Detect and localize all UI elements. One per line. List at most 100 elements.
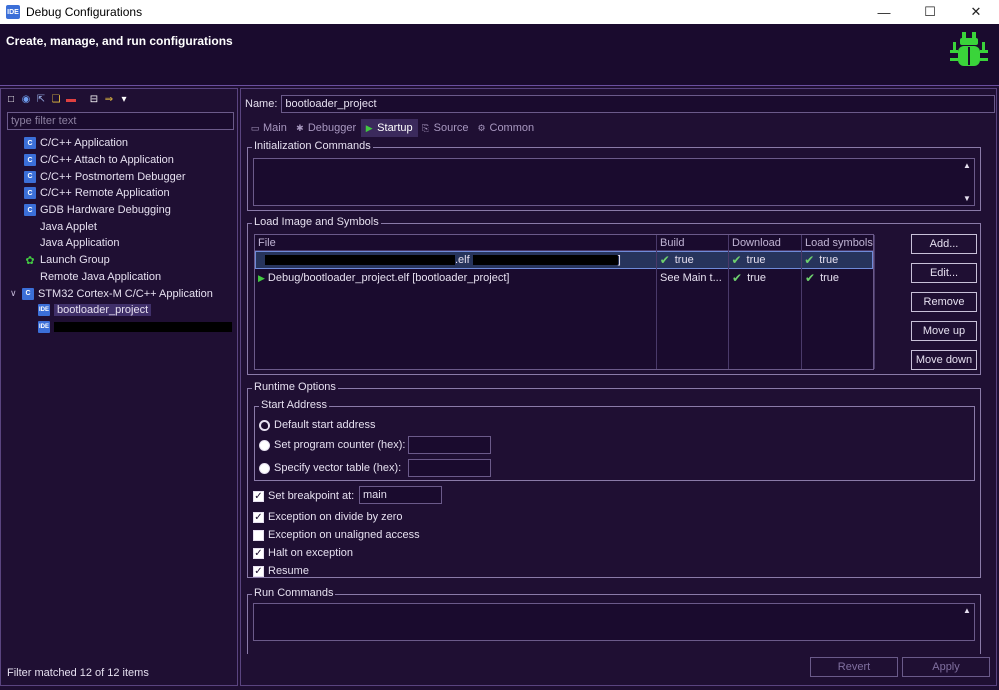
revert-button[interactable]: Revert — [810, 657, 898, 677]
filter-status: Filter matched 12 of 12 items — [7, 667, 149, 679]
new-prototype-icon[interactable]: ◉ — [20, 93, 32, 105]
filter-input[interactable]: type filter text — [7, 112, 234, 130]
tab-common[interactable]: ⚙ Common — [474, 119, 540, 137]
scroll-up-icon[interactable]: ▲ — [963, 161, 971, 170]
config-list-panel: □ ◉ ⇱ ❏ ▬ ⊟ ⇒ ▾ type filter text C C/C++… — [0, 88, 238, 686]
tree-item-java-applet[interactable]: Java Applet — [1, 218, 237, 235]
tree-item-cpp-postmortem[interactable]: C C/C++ Postmortem Debugger — [1, 168, 237, 185]
tree-item-stm32[interactable]: ∨ C STM32 Cortex-M C/C++ Application — [1, 285, 237, 302]
table-row[interactable]: ▶ Debug/bootloader_project.elf [bootloade… — [255, 269, 873, 287]
redacted-label — [54, 321, 232, 332]
name-input[interactable]: bootloader_project — [281, 95, 996, 113]
remote-java-icon — [24, 271, 36, 283]
export-icon[interactable]: ⇱ — [35, 93, 47, 105]
init-commands-scrollbar[interactable]: ▲ ▼ — [960, 159, 974, 205]
tab-source[interactable]: ⎘ Source — [418, 119, 474, 137]
duplicate-icon[interactable]: ❏ — [50, 93, 62, 105]
radio-default-start[interactable]: Default start address — [259, 419, 376, 431]
cpp-launch-icon: C — [24, 137, 36, 150]
tree-item-bootloader-project[interactable]: IDE bootloader_project — [1, 302, 237, 319]
tree-item-launch-group[interactable]: ✿ Launch Group — [1, 252, 237, 269]
runtime-options-group: Runtime Options Start Address Default st… — [247, 381, 981, 578]
run-commands-title: Run Commands — [252, 587, 336, 599]
scroll-up-icon[interactable]: ▲ — [963, 606, 971, 615]
window-title-bar: IDE Debug Configurations — ☐ ✕ — [0, 0, 999, 24]
tree-item-cpp-attach[interactable]: C C/C++ Attach to Application — [1, 152, 237, 169]
apply-button[interactable]: Apply — [902, 657, 990, 677]
left-toolbar: □ ◉ ⇱ ❏ ▬ ⊟ ⇒ ▾ — [1, 89, 237, 109]
maximize-button[interactable]: ☐ — [907, 0, 953, 24]
radio-vector-table[interactable]: Specify vector table (hex): — [259, 462, 401, 474]
column-load-symbols[interactable]: Load symbols — [802, 235, 873, 250]
ide-config-icon: IDE — [38, 320, 50, 333]
table-row[interactable]: .elf ] ✔ true ✔ true ✔ true — [255, 251, 873, 269]
start-address-group: Start Address Default start address Set … — [254, 399, 975, 481]
filter-icon[interactable]: ⇒ — [103, 93, 115, 105]
column-file[interactable]: File — [255, 235, 657, 250]
run-commands-group: Run Commands ▲ — [247, 587, 981, 654]
move-up-button[interactable]: Move up — [911, 321, 977, 341]
config-editor-panel: Name: bootloader_project ▭ Main ✱ Debugg… — [240, 88, 997, 686]
startup-icon: ▶ — [365, 122, 373, 133]
breakpoint-input[interactable]: main — [359, 486, 442, 504]
window-title: Debug Configurations — [26, 5, 143, 19]
radio-icon — [259, 439, 270, 451]
column-download[interactable]: Download — [729, 235, 802, 250]
new-config-icon[interactable]: □ — [5, 93, 17, 105]
tab-main[interactable]: ▭ Main — [247, 119, 292, 137]
checkbox-halt-on-exception[interactable]: ✓ Halt on exception — [253, 547, 353, 559]
minimize-button[interactable]: — — [861, 0, 907, 24]
header-text: Create, manage, and run configurations — [6, 34, 233, 48]
cpp-launch-icon: C — [24, 204, 36, 217]
cpp-launch-icon: C — [22, 287, 34, 300]
checkbox-checked-icon: ✓ — [253, 490, 264, 502]
source-icon: ⎘ — [422, 122, 430, 133]
edit-button[interactable]: Edit... — [911, 263, 977, 283]
java-applet-icon — [24, 221, 36, 233]
init-commands-textarea[interactable]: ▲ ▼ — [253, 158, 975, 206]
tree-item-redacted-config[interactable]: IDE — [1, 319, 237, 336]
checkbox-resume[interactable]: ✓ Resume — [253, 565, 309, 577]
tree-item-cpp-application[interactable]: C C/C++ Application — [1, 135, 237, 152]
checkbox-unaligned-access[interactable]: Exception on unaligned access — [253, 529, 420, 541]
checkbox-divide-by-zero[interactable]: ✓ Exception on divide by zero — [253, 511, 403, 523]
program-counter-input[interactable] — [408, 436, 491, 454]
check-icon: ✔ — [804, 253, 815, 267]
app-icon: IDE — [6, 5, 20, 19]
window-controls: — ☐ ✕ — [861, 0, 999, 24]
tab-startup[interactable]: ▶ Startup — [361, 119, 418, 137]
chevron-down-icon[interactable]: ∨ — [10, 288, 22, 299]
remove-button[interactable]: Remove — [911, 292, 977, 312]
radio-icon — [259, 462, 270, 474]
radio-program-counter[interactable]: Set program counter (hex): — [259, 439, 405, 451]
tree-item-java-application[interactable]: Java Application — [1, 235, 237, 252]
load-image-title: Load Image and Symbols — [252, 216, 381, 228]
run-commands-scrollbar[interactable]: ▲ — [960, 604, 974, 640]
debugger-icon: ✱ — [296, 122, 304, 133]
cpp-launch-icon: C — [24, 187, 36, 200]
load-image-table: File Build Download Load symbols .elf ] … — [254, 234, 875, 370]
add-button[interactable]: Add... — [911, 234, 977, 254]
close-button[interactable]: ✕ — [953, 0, 999, 24]
bug-icon — [950, 32, 988, 66]
config-tree: C C/C++ Application C C/C++ Attach to Ap… — [1, 135, 237, 335]
column-build[interactable]: Build — [657, 235, 729, 250]
scroll-down-icon[interactable]: ▼ — [963, 194, 971, 203]
vector-table-input[interactable] — [408, 459, 491, 477]
chevron-down-icon[interactable]: ▾ — [118, 93, 130, 105]
check-icon: ✔ — [805, 271, 816, 285]
ide-config-icon: IDE — [38, 304, 50, 317]
init-commands-group: Initialization Commands ▲ ▼ — [247, 140, 981, 211]
checkbox-unchecked-icon — [253, 529, 264, 541]
run-commands-textarea[interactable]: ▲ — [253, 603, 975, 641]
play-icon: ▶ — [258, 272, 265, 283]
tree-item-cpp-remote[interactable]: C C/C++ Remote Application — [1, 185, 237, 202]
collapse-all-icon[interactable]: ⊟ — [88, 93, 100, 105]
delete-icon[interactable]: ▬ — [65, 93, 77, 105]
move-down-button[interactable]: Move down — [911, 350, 977, 370]
checkbox-set-breakpoint[interactable]: ✓ Set breakpoint at: — [253, 490, 354, 502]
tab-debugger[interactable]: ✱ Debugger — [292, 119, 361, 137]
tree-item-remote-java[interactable]: Remote Java Application — [1, 269, 237, 286]
tree-item-gdb-hardware[interactable]: C GDB Hardware Debugging — [1, 202, 237, 219]
radio-icon — [259, 419, 270, 431]
